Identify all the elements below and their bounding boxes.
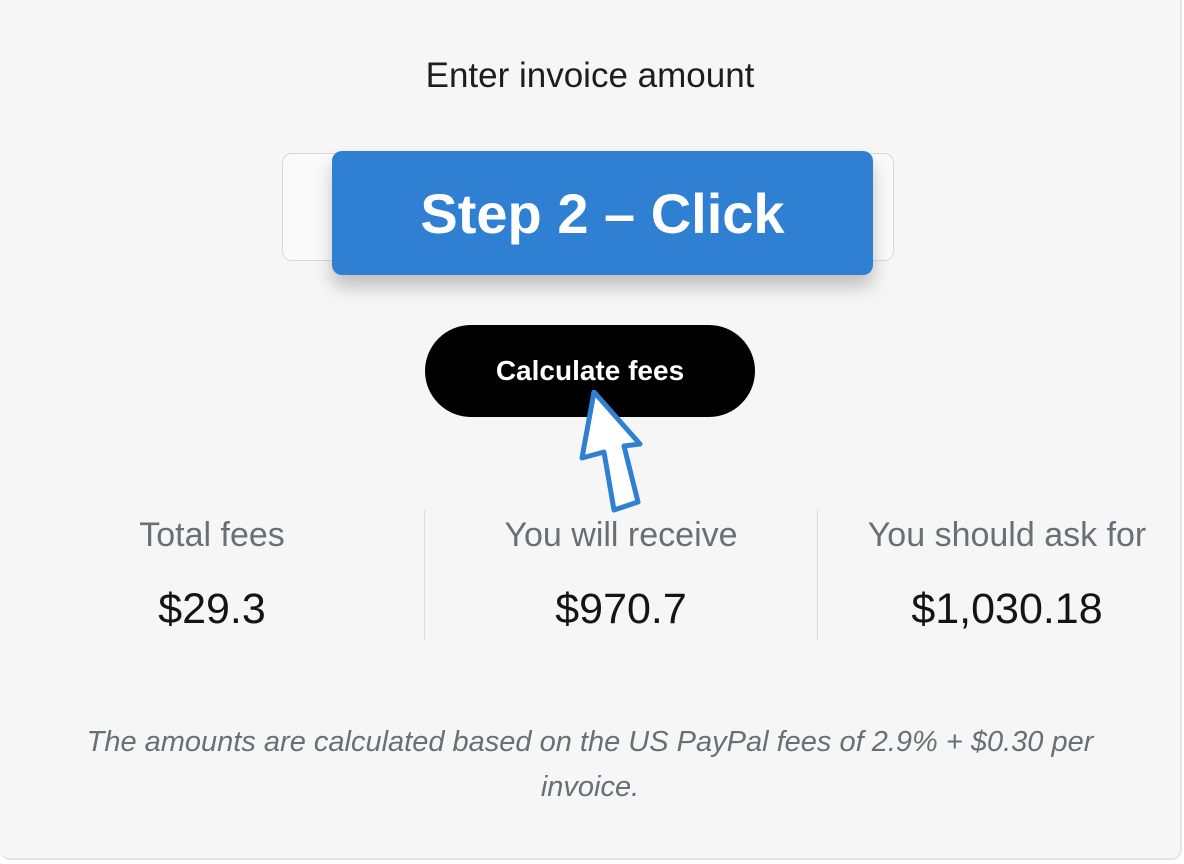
- step-2-callout: Step 2 – Click: [332, 151, 873, 275]
- you-will-receive-value: $970.7: [555, 585, 687, 633]
- calculator-card: Enter invoice amount Step 2 – Click Calc…: [0, 0, 1182, 860]
- you-should-ask-for-value: $1,030.18: [911, 585, 1103, 633]
- form-heading: Enter invoice amount: [425, 56, 755, 95]
- total-fees-label: Total fees: [139, 516, 285, 554]
- fee-footnote: The amounts are calculated based on the …: [86, 726, 1094, 803]
- you-should-ask-for-result: You should ask for $1,030.18: [818, 510, 1184, 640]
- arrow-pointer-icon: [579, 390, 643, 513]
- you-will-receive-label: You will receive: [504, 516, 738, 554]
- total-fees-result: Total fees $29.3: [0, 510, 424, 640]
- total-fees-value: $29.3: [158, 585, 266, 633]
- you-will-receive-result: You will receive $970.7: [425, 510, 817, 640]
- you-should-ask-for-label: You should ask for: [867, 516, 1147, 554]
